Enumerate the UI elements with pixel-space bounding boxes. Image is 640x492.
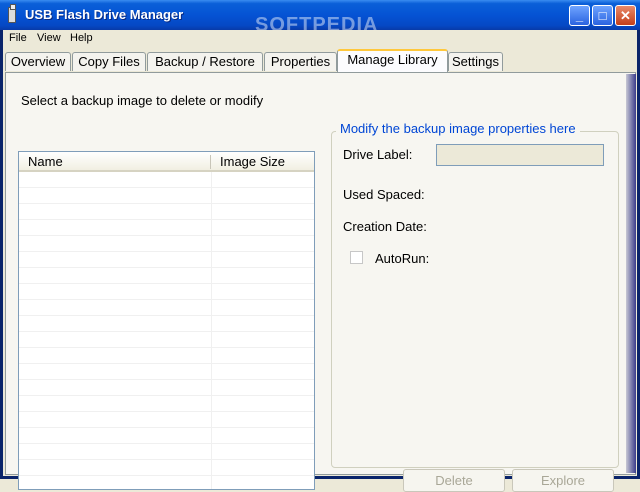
table-row[interactable]	[19, 348, 314, 364]
menu-view[interactable]: View	[37, 32, 61, 44]
table-row[interactable]	[19, 316, 314, 332]
table-row[interactable]	[19, 460, 314, 476]
menu-file[interactable]: File	[9, 32, 27, 44]
list-rows	[19, 172, 314, 489]
table-row[interactable]	[19, 268, 314, 284]
table-row[interactable]	[19, 380, 314, 396]
autorun-checkbox[interactable]	[350, 251, 363, 264]
column-separator[interactable]	[210, 155, 211, 169]
title-bar[interactable]: USB Flash Drive Manager SOFTPEDIA _ □ ✕	[0, 0, 640, 36]
minimize-button[interactable]: _	[569, 5, 590, 26]
table-row[interactable]	[19, 220, 314, 236]
menu-help[interactable]: Help	[70, 32, 93, 44]
table-row[interactable]	[19, 172, 314, 188]
column-name[interactable]: Name	[28, 154, 63, 169]
drive-label-label: Drive Label:	[343, 147, 413, 162]
manage-library-panel: Select a backup image to delete or modif…	[5, 72, 636, 492]
creation-date-label: Creation Date:	[343, 219, 427, 234]
list-header: Name Image Size	[19, 152, 314, 172]
maximize-button[interactable]: □	[592, 5, 613, 26]
table-row[interactable]	[19, 476, 314, 489]
app-window: USB Flash Drive Manager SOFTPEDIA _ □ ✕ …	[0, 0, 640, 492]
tab-properties[interactable]: Properties	[264, 52, 337, 71]
table-row[interactable]	[19, 444, 314, 460]
table-row[interactable]	[19, 364, 314, 380]
library-prompt: Select a backup image to delete or modif…	[21, 93, 264, 108]
table-row[interactable]	[19, 396, 314, 412]
table-row[interactable]	[19, 332, 314, 348]
table-row[interactable]	[19, 284, 314, 300]
drive-label-input[interactable]	[436, 144, 604, 166]
table-row[interactable]	[19, 204, 314, 220]
table-row[interactable]	[19, 252, 314, 268]
table-row[interactable]	[19, 188, 314, 204]
window-title: USB Flash Drive Manager	[25, 7, 184, 22]
menu-bar: File View Help	[3, 30, 637, 48]
table-row[interactable]	[19, 300, 314, 316]
table-row[interactable]	[19, 428, 314, 444]
used-space-label: Used Spaced:	[343, 187, 425, 202]
tab-settings[interactable]: Settings	[448, 52, 503, 71]
autorun-label[interactable]: AutoRun:	[375, 251, 429, 266]
backup-image-list[interactable]: Name Image Size	[18, 151, 315, 490]
panel-edge-shade	[626, 74, 636, 473]
explore-button[interactable]: Explore	[512, 469, 614, 492]
column-image-size[interactable]: Image Size	[220, 154, 285, 169]
tab-overview[interactable]: Overview	[5, 52, 71, 71]
usb-drive-icon	[8, 4, 16, 23]
tab-copy-files[interactable]: Copy Files	[72, 52, 146, 71]
properties-group-title: Modify the backup image properties here	[336, 121, 580, 136]
tab-backup-restore[interactable]: Backup / Restore	[147, 52, 263, 71]
delete-button[interactable]: Delete	[403, 469, 505, 492]
close-button[interactable]: ✕	[615, 5, 636, 26]
tab-manage-library[interactable]: Manage Library	[337, 49, 448, 72]
table-row[interactable]	[19, 412, 314, 428]
client-area: File View Help Overview Copy Files Backu…	[3, 30, 637, 492]
properties-groupbox	[331, 131, 619, 468]
table-row[interactable]	[19, 236, 314, 252]
